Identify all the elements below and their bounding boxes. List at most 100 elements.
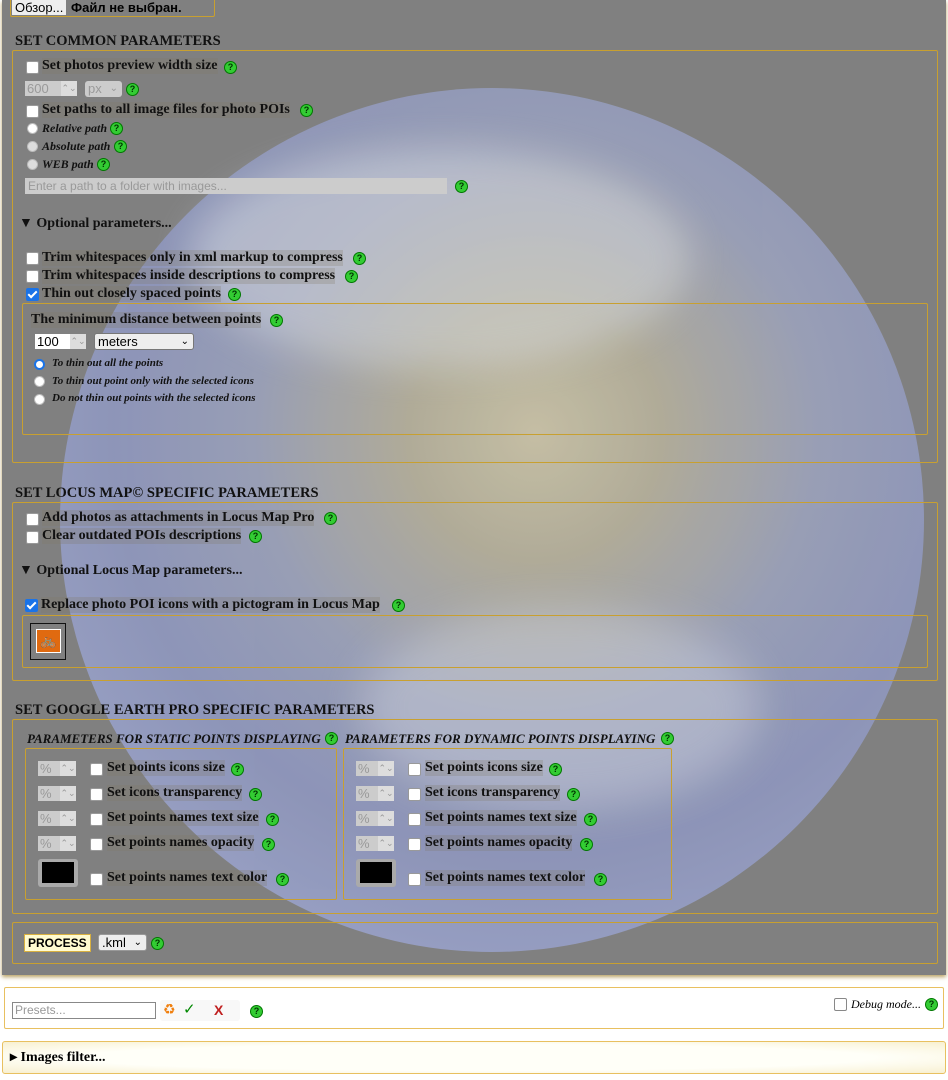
help-icon[interactable]: ?	[324, 512, 337, 525]
help-icon[interactable]: ?	[224, 61, 237, 74]
help-icon[interactable]: ?	[549, 763, 562, 776]
static-icons-size-checkbox[interactable]	[90, 763, 103, 776]
help-icon[interactable]: ?	[661, 732, 674, 745]
help-icon[interactable]: ?	[97, 158, 110, 171]
static-text-size-checkbox[interactable]	[90, 813, 103, 826]
static-heading: PARAMETERS FOR STATIC POINTS DISPLAYING	[27, 731, 321, 746]
debug-mode-checkbox[interactable]	[834, 998, 847, 1011]
trim-xml-label: Trim whitespaces only in xml markup to c…	[42, 250, 343, 266]
static-transparency-label: Set icons transparency	[107, 785, 243, 801]
help-icon[interactable]: ?	[266, 813, 279, 826]
optional-locus-toggle[interactable]: ▼ Optional Locus Map parameters...	[19, 563, 242, 579]
dynamic-icons-size-input[interactable]: % ⌃⌄	[356, 761, 394, 776]
preview-unit-select[interactable]: px ⌄	[85, 81, 122, 97]
help-icon[interactable]: ?	[325, 732, 338, 745]
dynamic-text-size-checkbox[interactable]	[408, 813, 421, 826]
help-icon[interactable]: ?	[580, 838, 593, 851]
help-icon[interactable]: ?	[300, 104, 313, 117]
dynamic-opacity-input[interactable]: % ⌃⌄	[356, 836, 394, 851]
images-filter-panel[interactable]: ▸ Images filter...	[2, 1041, 946, 1074]
help-icon[interactable]: ?	[567, 788, 580, 801]
static-icons-size-input[interactable]: % ⌃⌄	[38, 761, 76, 776]
dynamic-transparency-input[interactable]: % ⌃⌄	[356, 786, 394, 801]
help-icon[interactable]: ?	[231, 763, 244, 776]
help-icon[interactable]: ?	[249, 788, 262, 801]
presets-input[interactable]: Presets...	[12, 1002, 156, 1019]
locus-heading: SET LOCUS MAP© SPECIFIC PARAMETERS	[15, 485, 319, 501]
min-distance-input[interactable]: 100 ⌃⌄	[35, 334, 86, 349]
thin-selected-label: To thin out point only with the selected…	[52, 375, 254, 387]
static-text-size-input[interactable]: % ⌃⌄	[38, 811, 76, 826]
help-icon[interactable]: ?	[228, 288, 241, 301]
dynamic-transparency-label: Set icons transparency	[425, 785, 561, 801]
dynamic-color-picker[interactable]	[356, 859, 396, 887]
help-icon[interactable]: ?	[110, 122, 123, 135]
trim-xml-checkbox[interactable]	[26, 252, 39, 265]
thin-out-label: Thin out closely spaced points	[42, 286, 221, 302]
static-transparency-checkbox[interactable]	[90, 788, 103, 801]
help-icon[interactable]: ?	[249, 530, 262, 543]
clear-descriptions-checkbox[interactable]	[26, 531, 39, 544]
static-transparency-input[interactable]: % ⌃⌄	[38, 786, 76, 801]
dynamic-icons-size-checkbox[interactable]	[408, 763, 421, 776]
help-icon[interactable]: ?	[262, 838, 275, 851]
preview-width-input[interactable]: 600 ⌃⌄	[25, 81, 77, 96]
help-icon[interactable]: ?	[584, 813, 597, 826]
checkmark-icon[interactable]: ✓	[183, 1001, 196, 1018]
pictogram-selector[interactable]: 🚲	[30, 623, 66, 660]
static-color-picker[interactable]	[38, 859, 78, 887]
dynamic-transparency-checkbox[interactable]	[408, 788, 421, 801]
distance-unit-select[interactable]: meters ⌄	[94, 333, 194, 350]
preview-width-checkbox[interactable]	[26, 61, 39, 74]
attachments-checkbox[interactable]	[26, 513, 39, 526]
debug-mode-label: Debug mode...	[851, 997, 921, 1011]
thin-out-checkbox[interactable]	[26, 288, 39, 301]
format-select[interactable]: .kml ⌄	[98, 934, 147, 951]
main-form: Обзор... Файл не выбран. SET COMMON PARA…	[2, 0, 946, 975]
help-icon[interactable]: ?	[392, 599, 405, 612]
refresh-icon[interactable]: ♻	[163, 1002, 176, 1019]
relative-path-radio[interactable]	[27, 123, 38, 134]
help-icon[interactable]: ?	[126, 83, 139, 96]
help-icon[interactable]: ?	[345, 270, 358, 283]
browse-button[interactable]: Обзор...	[12, 0, 67, 15]
file-input[interactable]: Обзор... Файл не выбран.	[10, 0, 215, 17]
optional-parameters-toggle[interactable]: ▼ Optional parameters...	[19, 216, 172, 232]
paths-checkbox[interactable]	[26, 105, 39, 118]
static-opacity-label: Set points names opacity	[107, 835, 255, 851]
replace-icons-label: Replace photo POI icons with a pictogram…	[41, 597, 380, 613]
web-path-radio[interactable]	[27, 159, 38, 170]
min-distance-label: The minimum distance between points	[31, 312, 262, 328]
help-icon[interactable]: ?	[151, 937, 164, 950]
images-folder-input[interactable]: Enter a path to a folder with images...	[25, 178, 447, 194]
dynamic-text-size-input[interactable]: % ⌃⌄	[356, 811, 394, 826]
absolute-path-radio[interactable]	[27, 141, 38, 152]
static-color-checkbox[interactable]	[90, 873, 103, 886]
thin-all-label: To thin out all the points	[52, 357, 164, 369]
thin-selected-radio[interactable]	[34, 376, 45, 387]
help-icon[interactable]: ?	[114, 140, 127, 153]
static-text-size-label: Set points names text size	[107, 810, 259, 826]
trim-desc-checkbox[interactable]	[26, 270, 39, 283]
dynamic-color-checkbox[interactable]	[408, 873, 421, 886]
not-thin-selected-radio[interactable]	[34, 394, 45, 405]
dynamic-opacity-checkbox[interactable]	[408, 838, 421, 851]
static-opacity-checkbox[interactable]	[90, 838, 103, 851]
relative-path-label: Relative path	[42, 121, 107, 135]
help-icon[interactable]: ?	[455, 180, 468, 193]
help-icon[interactable]: ?	[270, 314, 283, 327]
images-filter-toggle[interactable]: ▸ Images filter...	[10, 1049, 106, 1066]
help-icon[interactable]: ?	[250, 1005, 263, 1018]
static-opacity-input[interactable]: % ⌃⌄	[38, 836, 76, 851]
thin-all-radio[interactable]	[34, 359, 45, 370]
help-icon[interactable]: ?	[594, 873, 607, 886]
help-icon[interactable]: ?	[276, 873, 289, 886]
common-heading: SET COMMON PARAMETERS	[15, 33, 221, 49]
help-icon[interactable]: ?	[353, 252, 366, 265]
trim-desc-label: Trim whitespaces inside descriptions to …	[42, 268, 336, 284]
replace-icons-checkbox[interactable]	[25, 599, 38, 612]
not-thin-selected-label: Do not thin out points with the selected…	[52, 392, 256, 404]
help-icon[interactable]: ?	[925, 998, 938, 1011]
close-icon[interactable]: X	[214, 1002, 223, 1019]
process-button[interactable]: PROCESS	[24, 934, 91, 952]
